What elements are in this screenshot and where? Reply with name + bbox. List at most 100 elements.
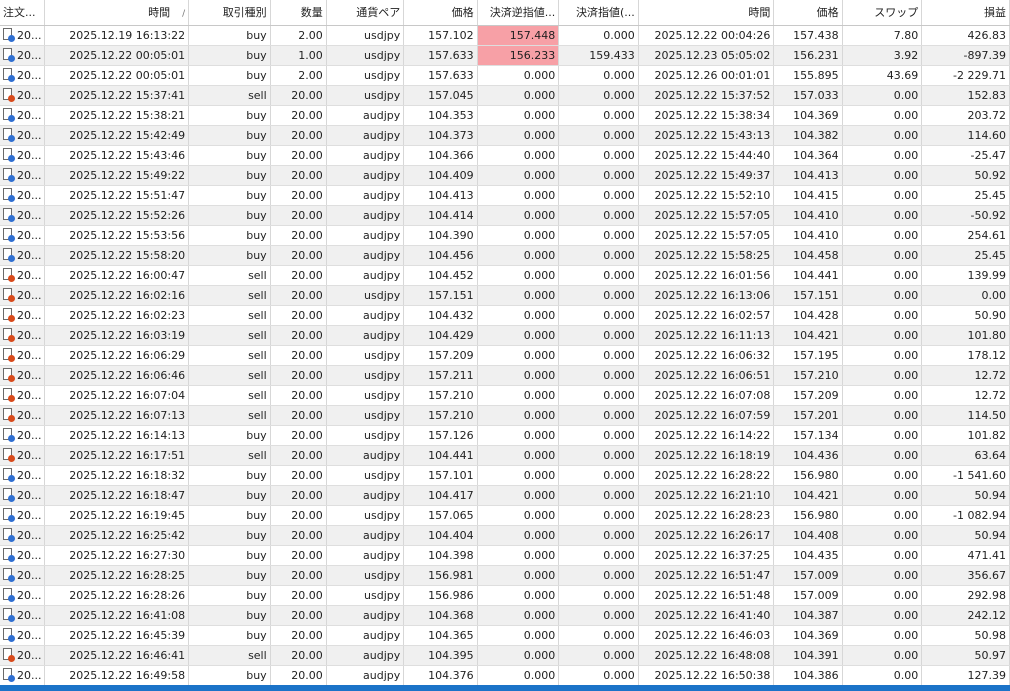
close-time-cell: 2025.12.22 16:13:06 (638, 285, 775, 306)
take-profit-cell: 0.000 (558, 125, 639, 146)
ticket-label: 20... (17, 68, 42, 82)
swap-cell: 0.00 (842, 525, 923, 546)
trade-type-cell: buy (188, 105, 271, 126)
open-price-cell: 104.398 (403, 545, 478, 566)
table-row[interactable]: 20... 2025.12.22 16:02:16 sell 20.00 usdjpy 1… (0, 285, 1010, 306)
header-stop-loss[interactable]: 決済逆指値... (477, 0, 560, 26)
column-header-label: 時間 (148, 6, 171, 20)
table-row[interactable]: 20... 2025.12.22 15:49:22 buy 20.00 audjpy 10… (0, 165, 1010, 186)
table-row[interactable]: 20... 2025.12.22 15:53:56 buy 20.00 audjpy 10… (0, 225, 1010, 246)
profit-cell: 12.72 (921, 365, 1010, 386)
swap-cell: 0.00 (842, 605, 923, 626)
table-row[interactable]: 20... 2025.12.22 16:49:58 buy 20.00 audjpy 10… (0, 665, 1010, 686)
table-row[interactable]: 20... 2025.12.22 15:42:49 buy 20.00 audjpy 10… (0, 125, 1010, 146)
table-row[interactable]: 20... 2025.12.22 16:06:46 sell 20.00 usdjpy 1… (0, 365, 1010, 386)
column-header-label: 決済指値(... (575, 6, 635, 20)
table-row[interactable]: 20... 2025.12.22 15:52:26 buy 20.00 audjpy 10… (0, 205, 1010, 226)
header-open-time[interactable]: 時間 / (44, 0, 190, 26)
table-row[interactable]: 20... 2025.12.22 16:27:30 buy 20.00 audjpy 10… (0, 545, 1010, 566)
table-row[interactable]: 20... 2025.12.22 16:02:23 sell 20.00 audjpy 1… (0, 305, 1010, 326)
open-price-cell: 104.452 (403, 265, 478, 286)
open-time-cell: 2025.12.22 15:37:41 (44, 85, 190, 106)
buy-order-icon (3, 228, 15, 242)
stop-loss-cell: 0.000 (477, 185, 560, 206)
volume-cell: 20.00 (270, 165, 327, 186)
header-close-price[interactable]: 価格 (773, 0, 843, 26)
symbol-cell: audjpy (326, 305, 405, 326)
table-row[interactable]: 20... 2025.12.22 16:45:39 buy 20.00 audjpy 10… (0, 625, 1010, 646)
table-row[interactable]: 20... 2025.12.22 16:18:32 buy 20.00 usdjpy 15… (0, 465, 1010, 486)
trade-type-cell: buy (188, 525, 271, 546)
header-profit[interactable]: 損益 (921, 0, 1010, 26)
symbol-cell: audjpy (326, 245, 405, 266)
header-price[interactable]: 価格 (403, 0, 478, 26)
table-row[interactable]: 20... 2025.12.22 16:14:13 buy 20.00 usdjpy 15… (0, 425, 1010, 446)
table-row[interactable]: 20... 2025.12.22 16:00:47 sell 20.00 audjpy 1… (0, 265, 1010, 286)
table-row[interactable]: 20... 2025.12.22 15:58:20 buy 20.00 audjpy 10… (0, 245, 1010, 266)
close-price-cell: 104.421 (773, 485, 843, 506)
table-row[interactable]: 20... 2025.12.22 16:07:13 sell 20.00 usdjpy 1… (0, 405, 1010, 426)
header-symbol[interactable]: 通貨ペア (326, 0, 405, 26)
volume-cell: 20.00 (270, 445, 327, 466)
take-profit-cell: 0.000 (558, 665, 639, 686)
stop-loss-cell: 0.000 (477, 145, 560, 166)
volume-cell: 20.00 (270, 385, 327, 406)
open-time-cell: 2025.12.22 16:06:46 (44, 365, 190, 386)
buy-order-icon (3, 668, 15, 682)
table-row[interactable]: 20... 2025.12.22 15:38:21 buy 20.00 audjpy 10… (0, 105, 1010, 126)
table-row[interactable]: 20... 2025.12.22 16:28:25 buy 20.00 usdjpy 15… (0, 565, 1010, 586)
table-row[interactable]: 20... 2025.12.22 15:37:41 sell 20.00 usdjpy 1… (0, 85, 1010, 106)
selected-row-bar[interactable] (0, 685, 1010, 691)
table-row[interactable]: 20... 2025.12.22 16:17:51 sell 20.00 audjpy 1… (0, 445, 1010, 466)
open-price-cell: 104.429 (403, 325, 478, 346)
table-row[interactable]: 20... 2025.12.22 00:05:01 buy 2.00 usdjpy 157… (0, 65, 1010, 86)
table-row[interactable]: 20... 2025.12.22 15:43:46 buy 20.00 audjpy 10… (0, 145, 1010, 166)
take-profit-cell: 0.000 (558, 585, 639, 606)
open-time-cell: 2025.12.22 00:05:01 (44, 45, 190, 66)
close-price-cell: 157.210 (773, 365, 843, 386)
header-volume[interactable]: 数量 (270, 0, 327, 26)
volume-cell: 20.00 (270, 225, 327, 246)
header-swap[interactable]: スワップ (842, 0, 923, 26)
table-row[interactable]: 20... 2025.12.22 16:41:08 buy 20.00 audjpy 10… (0, 605, 1010, 626)
table-row[interactable]: 20... 2025.12.22 16:06:29 sell 20.00 usdjpy 1… (0, 345, 1010, 366)
trade-type-cell: sell (188, 365, 271, 386)
stop-loss-cell: 0.000 (477, 545, 560, 566)
table-row[interactable]: 20... 2025.12.22 16:19:45 buy 20.00 usdjpy 15… (0, 505, 1010, 526)
ticket-label: 20... (17, 148, 42, 162)
volume-cell: 20.00 (270, 345, 327, 366)
open-time-cell: 2025.12.22 16:41:08 (44, 605, 190, 626)
header-type[interactable]: 取引種別 (188, 0, 271, 26)
symbol-cell: audjpy (326, 225, 405, 246)
symbol-cell: usdjpy (326, 365, 405, 386)
table-row[interactable]: 20... 2025.12.22 16:18:47 buy 20.00 audjpy 10… (0, 485, 1010, 506)
take-profit-cell: 0.000 (558, 185, 639, 206)
take-profit-cell: 0.000 (558, 625, 639, 646)
table-row[interactable]: 20... 2025.12.22 16:07:04 sell 20.00 usdjpy 1… (0, 385, 1010, 406)
trade-type-cell: buy (188, 245, 271, 266)
table-row[interactable]: 20... 2025.12.22 15:51:47 buy 20.00 audjpy 10… (0, 185, 1010, 206)
header-ticket[interactable]: 注文... (0, 0, 46, 26)
ticket-label: 20... (17, 388, 42, 402)
profit-cell: -25.47 (921, 145, 1010, 166)
column-header-label: スワップ (874, 6, 919, 20)
profit-cell: 63.64 (921, 445, 1010, 466)
close-time-cell: 2025.12.22 16:41:40 (638, 605, 775, 626)
table-row[interactable]: 20... 2025.12.19 16:13:22 buy 2.00 usdjpy 157… (0, 25, 1010, 46)
table-row[interactable]: 20... 2025.12.22 16:25:42 buy 20.00 audjpy 10… (0, 525, 1010, 546)
stop-loss-cell: 0.000 (477, 365, 560, 386)
close-time-cell: 2025.12.22 16:21:10 (638, 485, 775, 506)
close-time-cell: 2025.12.22 15:38:34 (638, 105, 775, 126)
header-close-time[interactable]: 時間 (638, 0, 775, 26)
table-row[interactable]: 20... 2025.12.22 16:46:41 sell 20.00 audjpy 1… (0, 645, 1010, 666)
table-row[interactable]: 20... 2025.12.22 16:28:26 buy 20.00 usdjpy 15… (0, 585, 1010, 606)
open-time-cell: 2025.12.22 16:46:41 (44, 645, 190, 666)
header-take-profit[interactable]: 決済指値(... (558, 0, 639, 26)
swap-cell: 0.00 (842, 245, 923, 266)
table-row[interactable]: 20... 2025.12.22 00:05:01 buy 1.00 usdjpy 157… (0, 45, 1010, 66)
stop-loss-cell: 0.000 (477, 485, 560, 506)
ticket-label: 20... (17, 28, 42, 42)
table-row[interactable]: 20... 2025.12.22 16:03:19 sell 20.00 audjpy 1… (0, 325, 1010, 346)
buy-order-icon (3, 188, 15, 202)
swap-cell: 0.00 (842, 185, 923, 206)
